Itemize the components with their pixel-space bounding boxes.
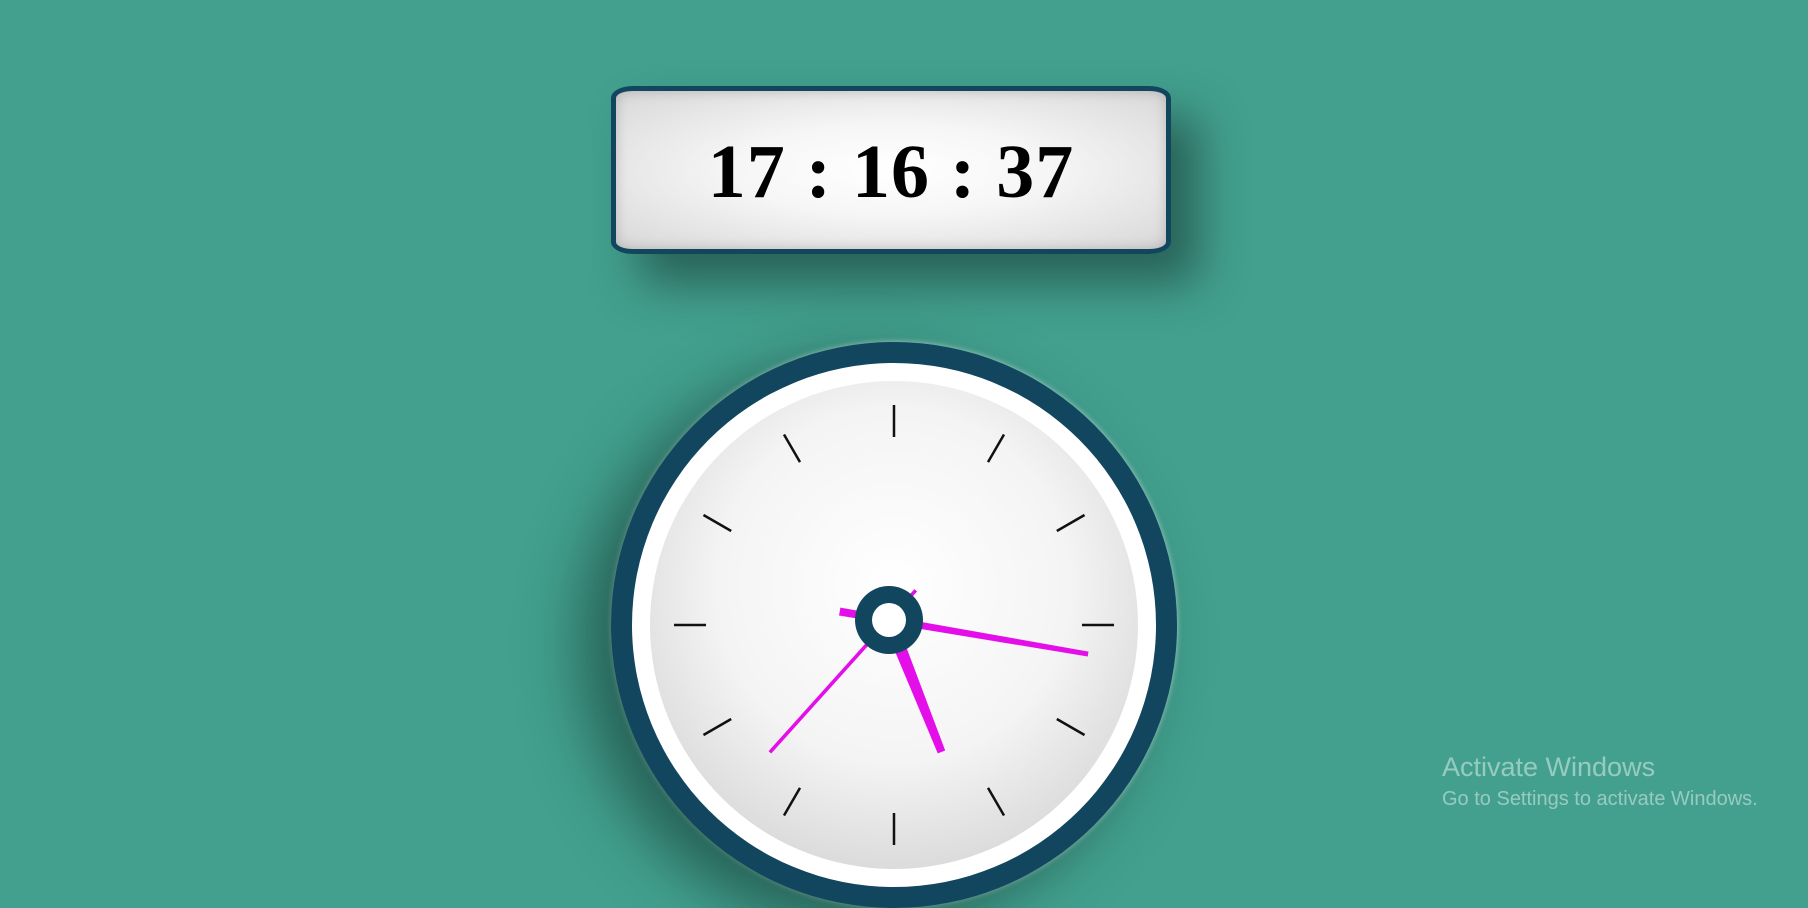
digital-time-text: 17 : 16 : 37 [707,129,1075,214]
activate-windows-watermark: Activate Windows Go to Settings to activ… [1442,750,1758,812]
watermark-subtitle: Go to Settings to activate Windows. [1442,788,1758,810]
analog-clock-face [611,342,1177,908]
watermark-title: Activate Windows [1442,752,1656,782]
center-cap-hole [872,603,906,637]
analog-clock [611,342,1177,908]
digital-clock-display: 17 : 16 : 37 [611,86,1171,254]
